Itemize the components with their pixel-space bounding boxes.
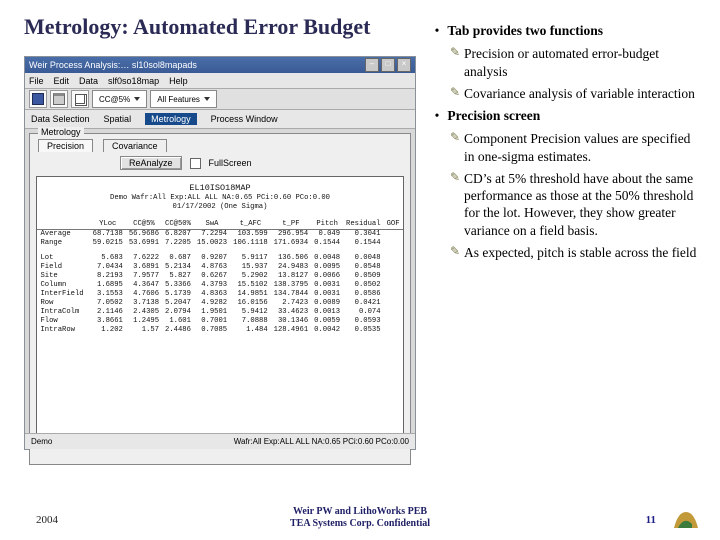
- report-title-1: EL10ISO18MAP: [37, 183, 403, 194]
- toolbar: CC@5% All Features: [25, 89, 415, 110]
- menu-dataset[interactable]: slf0so18map: [108, 76, 159, 86]
- save-icon: [32, 93, 44, 105]
- bullet-2b: CD’s at 5% threshold have about the same…: [464, 170, 700, 239]
- tab-spatial[interactable]: Spatial: [104, 113, 132, 125]
- tab-metrology[interactable]: Metrology: [145, 113, 197, 125]
- app-window: Weir Process Analysis:… sl10sol8mapads –…: [24, 56, 416, 450]
- bullet-panel: • Tab provides two functions ✎Precision …: [430, 18, 700, 266]
- copy-button[interactable]: [71, 90, 89, 108]
- tab-precision[interactable]: Precision: [38, 139, 93, 152]
- report-title-3: 01/17/2002 (One Sigma): [37, 203, 403, 212]
- variable-select[interactable]: CC@5%: [92, 90, 147, 108]
- report-title-2: Demo Wafr:All Exp:ALL ALL NA:0.65 PCi:0.…: [37, 194, 403, 203]
- pen-icon: ✎: [450, 130, 464, 165]
- footer-page: 11: [646, 514, 656, 526]
- reanalyze-button[interactable]: ReAnalyze: [120, 156, 182, 170]
- titlebar: Weir Process Analysis:… sl10sol8mapads –…: [25, 57, 415, 73]
- bullet-2a: Component Precision values are specified…: [464, 130, 700, 165]
- chevron-down-icon: [134, 97, 140, 101]
- menubar: File Edit Data slf0so18map Help: [25, 73, 415, 89]
- metrology-panel: Metrology Precision Covariance ReAnalyze…: [29, 133, 411, 465]
- save-button[interactable]: [29, 90, 47, 108]
- maximize-button[interactable]: □: [381, 58, 395, 72]
- bullet-1b: Covariance analysis of variable interact…: [464, 85, 700, 102]
- menu-data[interactable]: Data: [79, 76, 98, 86]
- fullscreen-checkbox[interactable]: [190, 158, 201, 169]
- report-area: EL10ISO18MAP Demo Wafr:All Exp:ALL ALL N…: [36, 176, 404, 436]
- tab-covariance[interactable]: Covariance: [103, 139, 167, 152]
- bullet-2: Precision screen: [447, 108, 540, 123]
- minimize-button[interactable]: –: [365, 58, 379, 72]
- menu-edit[interactable]: Edit: [54, 76, 70, 86]
- copy-icon: [75, 94, 85, 104]
- print-button[interactable]: [50, 90, 68, 108]
- pen-icon: ✎: [450, 45, 464, 80]
- tab-data-selection[interactable]: Data Selection: [31, 113, 90, 125]
- logo-icon: [672, 508, 700, 532]
- status-right: Wafr:All Exp:ALL ALL NA:0.65 PCi:0.60 PC…: [234, 437, 409, 446]
- features-select[interactable]: All Features: [150, 90, 217, 108]
- bullet-2c: As expected, pitch is stable across the …: [464, 244, 700, 261]
- precision-table: YLocCC@5%CC@50%SwAt_AFCt_PFPitchResidual…: [37, 220, 402, 335]
- print-icon: [53, 93, 65, 105]
- pen-icon: ✎: [450, 244, 464, 261]
- panel-label: Metrology: [38, 127, 84, 137]
- bullet-1: Tab provides two functions: [447, 23, 603, 38]
- chevron-down-icon: [204, 97, 210, 101]
- menu-file[interactable]: File: [29, 76, 44, 86]
- tab-process-window[interactable]: Process Window: [211, 113, 278, 125]
- footer-mid: Weir PW and LithoWorks PEB TEA Systems C…: [0, 506, 720, 530]
- status-left: Demo: [31, 437, 52, 446]
- pen-icon: ✎: [450, 85, 464, 102]
- bullet-1a: Precision or automated error-budget anal…: [464, 45, 700, 80]
- pen-icon: ✎: [450, 170, 464, 239]
- window-title: Weir Process Analysis:… sl10sol8mapads: [29, 60, 197, 70]
- slide-title: Metrology: Automated Error Budget: [24, 14, 370, 40]
- fullscreen-label: FullScreen: [209, 158, 252, 168]
- menu-help[interactable]: Help: [169, 76, 188, 86]
- close-button[interactable]: ×: [397, 58, 411, 72]
- statusbar: Demo Wafr:All Exp:ALL ALL NA:0.65 PCi:0.…: [25, 433, 415, 449]
